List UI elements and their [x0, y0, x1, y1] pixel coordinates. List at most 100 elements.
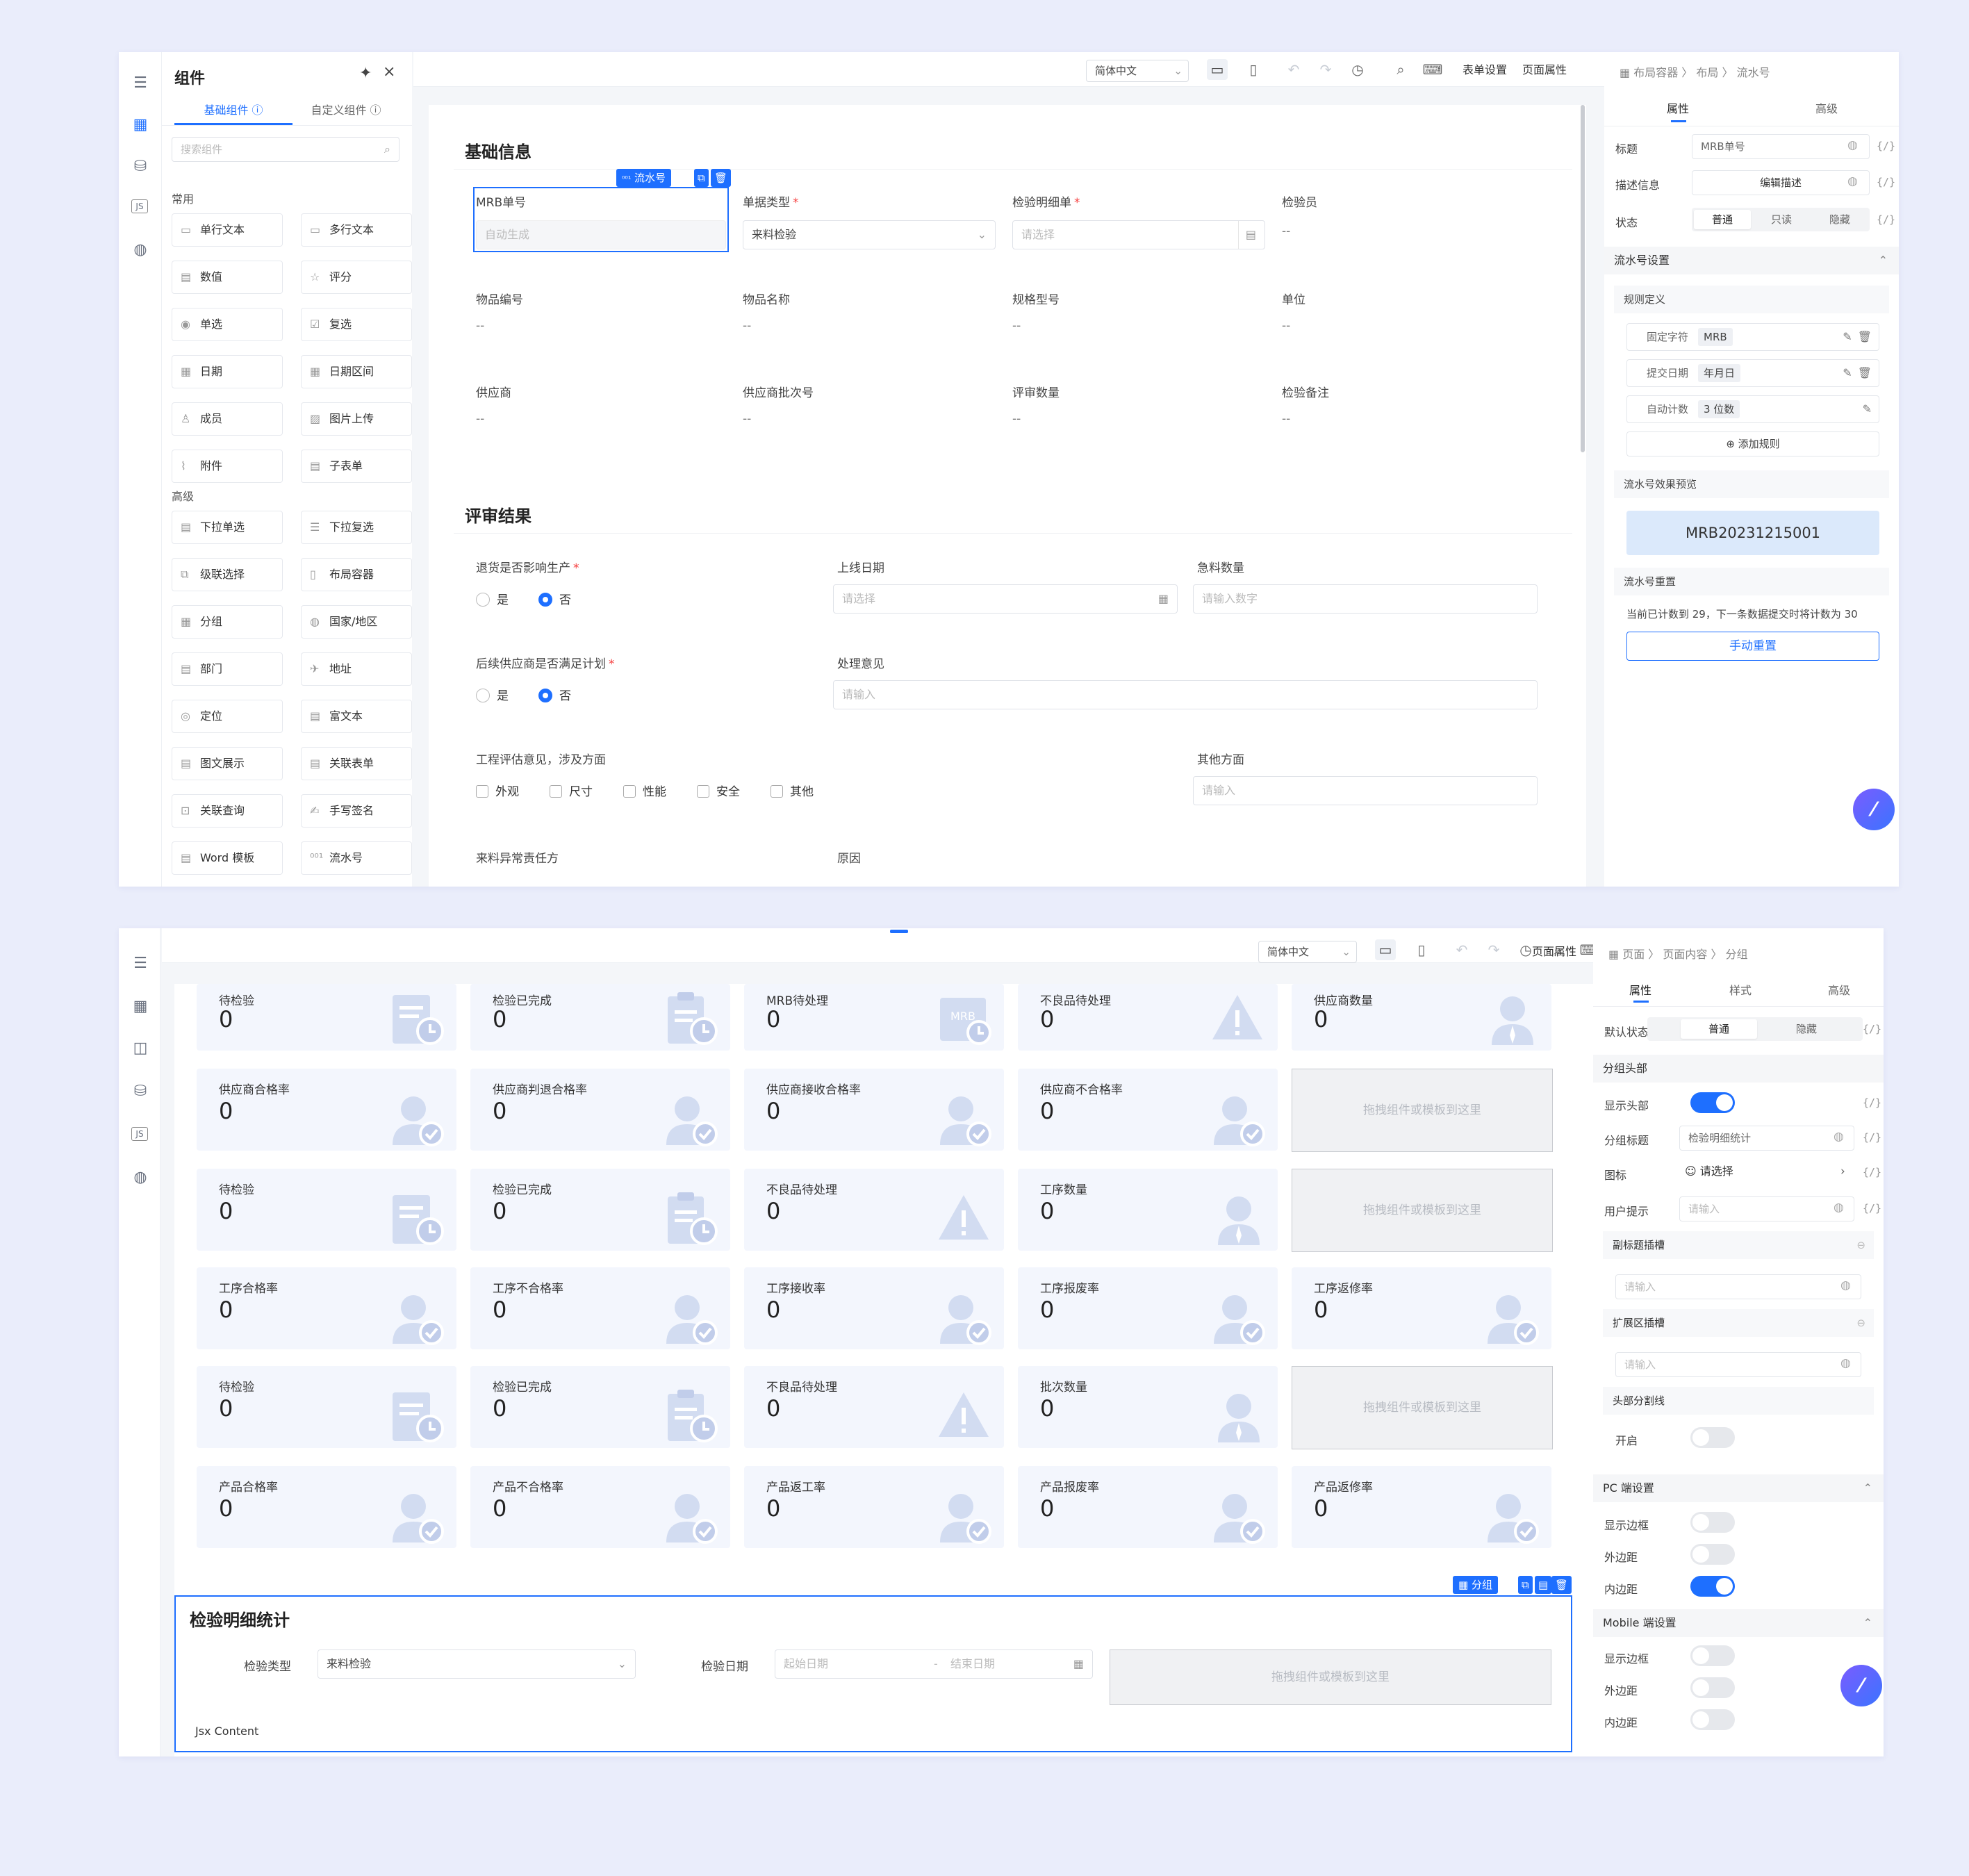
expression-icon[interactable]: {/}: [1863, 1096, 1881, 1109]
drop-zone[interactable]: 拖拽组件或模板到这里: [1110, 1649, 1551, 1705]
mobile-view-icon[interactable]: ▯: [1243, 59, 1264, 80]
pc-inner-padding-toggle[interactable]: [1690, 1576, 1735, 1597]
tab-basic[interactable]: 基础组件 ⓘ: [181, 101, 286, 117]
kpi-card[interactable]: 检验已完成 0: [470, 1366, 730, 1448]
zoom-icon[interactable]: ⌕: [1390, 59, 1411, 80]
desktop-view-icon[interactable]: ▭: [1207, 59, 1228, 80]
toggle-slot-icon[interactable]: ⊖: [1856, 1231, 1865, 1259]
delete-icon[interactable]: 🗑: [711, 169, 732, 187]
group-title-input[interactable]: 检验明细统计: [1679, 1126, 1854, 1151]
component-8[interactable]: ♙ 成员: [172, 402, 283, 436]
tab-custom[interactable]: 自定义组件 ⓘ: [294, 101, 398, 117]
eng-option-1[interactable]: 尺寸: [550, 782, 593, 799]
user-hint-input[interactable]: 请输入: [1679, 1196, 1854, 1221]
tab-style[interactable]: 样式: [1729, 981, 1752, 998]
globe-icon[interactable]: ◍: [131, 241, 149, 259]
tab-advanced-2[interactable]: 高级: [1828, 981, 1850, 998]
component-8[interactable]: ◎ 定位: [172, 700, 283, 733]
eng-option-3[interactable]: 安全: [697, 782, 740, 799]
ai-assistant-icon[interactable]: ⁄: [1853, 789, 1895, 830]
crumb-1[interactable]: 布局容器: [1633, 66, 1678, 79]
kpi-card[interactable]: 产品合格率 0: [197, 1466, 456, 1548]
tab-props[interactable]: 属性: [1667, 99, 1689, 116]
redo-icon[interactable]: ↷: [1483, 939, 1504, 960]
show-header-toggle[interactable]: [1690, 1092, 1735, 1113]
selected-component-tag[interactable]: ⁰⁰¹ 流水号: [616, 169, 672, 187]
field-mrb-input[interactable]: 自动生成: [476, 220, 726, 249]
keyboard-icon[interactable]: ⌨: [1422, 59, 1443, 80]
expression-icon[interactable]: {/}: [1863, 1131, 1881, 1144]
kpi-card[interactable]: 工序返修率 0: [1292, 1267, 1551, 1349]
crumb-2[interactable]: 布局: [1696, 66, 1718, 79]
kpi-card[interactable]: 不良品待处理 0: [744, 1169, 1004, 1251]
expression-icon[interactable]: {/}: [1863, 1166, 1881, 1178]
mobile-view-icon[interactable]: ▯: [1411, 939, 1432, 960]
component-9[interactable]: ▤ 富文本: [301, 700, 412, 733]
drop-zone[interactable]: 拖拽组件或模板到这里: [1292, 1069, 1553, 1152]
subtitle-slot-input[interactable]: 请输入: [1615, 1274, 1861, 1299]
q1-radio-no[interactable]: 否: [538, 590, 571, 607]
edit-icon[interactable]: ✎: [1843, 330, 1852, 343]
component-4[interactable]: ▦ 分组: [172, 605, 283, 639]
database-icon[interactable]: ⛁: [131, 158, 149, 176]
component-7[interactable]: ✈ 地址: [301, 652, 412, 686]
grid-icon[interactable]: ▦: [131, 998, 149, 1016]
component-12[interactable]: ⊡ 关联查询: [172, 794, 283, 828]
delete-icon[interactable]: 🗑: [1858, 330, 1872, 343]
inspect-date-range[interactable]: 起始日期 - 结束日期 ▦: [775, 1649, 1093, 1679]
layers-icon[interactable]: ☰: [131, 955, 149, 973]
kpi-card[interactable]: 供应商数量 0: [1292, 984, 1551, 1051]
expression-icon[interactable]: {/}: [1863, 1023, 1881, 1035]
component-5[interactable]: ◍ 国家/地区: [301, 605, 412, 639]
kpi-card[interactable]: 不良品待处理 0: [744, 1366, 1004, 1448]
kpi-card[interactable]: 检验已完成 0: [470, 984, 730, 1051]
state-readonly[interactable]: 只读: [1753, 210, 1810, 229]
ext-slot-input[interactable]: 请输入: [1615, 1352, 1861, 1377]
component-search-input[interactable]: 搜索组件 ⌕: [172, 137, 399, 162]
globe-icon[interactable]: ◍: [1840, 1278, 1851, 1292]
template-icon[interactable]: ▤: [1535, 1576, 1552, 1594]
rule-row-2[interactable]: 自动计数 3 位数 ✎: [1626, 395, 1879, 423]
m-outer-margin-toggle[interactable]: [1690, 1677, 1735, 1698]
m-show-border-toggle[interactable]: [1690, 1645, 1735, 1666]
manual-reset-button[interactable]: 手动重置: [1626, 632, 1879, 661]
kpi-card[interactable]: MRB待处理 0 MRB: [744, 984, 1004, 1051]
kpi-card[interactable]: 工序接收率 0: [744, 1267, 1004, 1349]
form-settings-button[interactable]: 表单设置: [1463, 60, 1507, 80]
state-normal[interactable]: 普通: [1681, 1019, 1757, 1039]
urgent-qty-input[interactable]: 请输入数字: [1193, 584, 1538, 614]
kpi-card[interactable]: 供应商合格率 0: [197, 1069, 456, 1151]
edit-icon[interactable]: ✎: [1843, 366, 1852, 379]
expression-icon[interactable]: {/}: [1877, 213, 1895, 226]
online-date-input[interactable]: 请选择 ▦: [833, 584, 1178, 614]
component-6[interactable]: ▦ 日期: [172, 355, 283, 388]
component-10[interactable]: ⌇ 附件: [172, 450, 283, 483]
kpi-card[interactable]: 工序不合格率 0: [470, 1267, 730, 1349]
kpi-card[interactable]: 供应商接收合格率 0: [744, 1069, 1004, 1151]
layers-icon[interactable]: ☰: [131, 74, 149, 92]
drop-zone[interactable]: 拖拽组件或模板到这里: [1292, 1366, 1553, 1449]
pc-show-border-toggle[interactable]: [1690, 1512, 1735, 1533]
eng-option-0[interactable]: 外观: [476, 782, 519, 799]
component-11[interactable]: ▤ 关联表单: [301, 747, 412, 780]
js-icon[interactable]: JS: [131, 199, 148, 213]
kpi-card[interactable]: 产品返修率 0: [1292, 1466, 1551, 1548]
component-10[interactable]: ▤ 图文展示: [172, 747, 283, 780]
toggle-slot-icon[interactable]: ⊖: [1856, 1309, 1865, 1337]
other-aspect-input[interactable]: 请输入: [1193, 776, 1538, 805]
header-divider-toggle[interactable]: [1690, 1427, 1735, 1448]
component-13[interactable]: ✍ 手写签名: [301, 794, 412, 828]
chevron-right-icon[interactable]: ›: [1840, 1165, 1845, 1178]
kpi-card[interactable]: 待检验 0: [197, 1366, 456, 1448]
kpi-card[interactable]: 不良品待处理 0: [1018, 984, 1278, 1051]
pc-settings-header[interactable]: PC 端设置 ⌃: [1593, 1474, 1884, 1502]
component-7[interactable]: ▦ 日期区间: [301, 355, 412, 388]
drop-zone[interactable]: 拖拽组件或模板到这里: [1292, 1169, 1553, 1252]
tab-advanced[interactable]: 高级: [1815, 99, 1838, 116]
desktop-view-icon[interactable]: ▭: [1375, 939, 1396, 960]
js-icon[interactable]: JS: [131, 1127, 148, 1141]
tab-props-2[interactable]: 属性: [1629, 981, 1651, 998]
field-inspect-detail-select[interactable]: 请选择 ▤: [1012, 220, 1265, 249]
crumb-3[interactable]: 流水号: [1737, 66, 1770, 79]
crumb-2[interactable]: 页面内容: [1663, 948, 1707, 961]
